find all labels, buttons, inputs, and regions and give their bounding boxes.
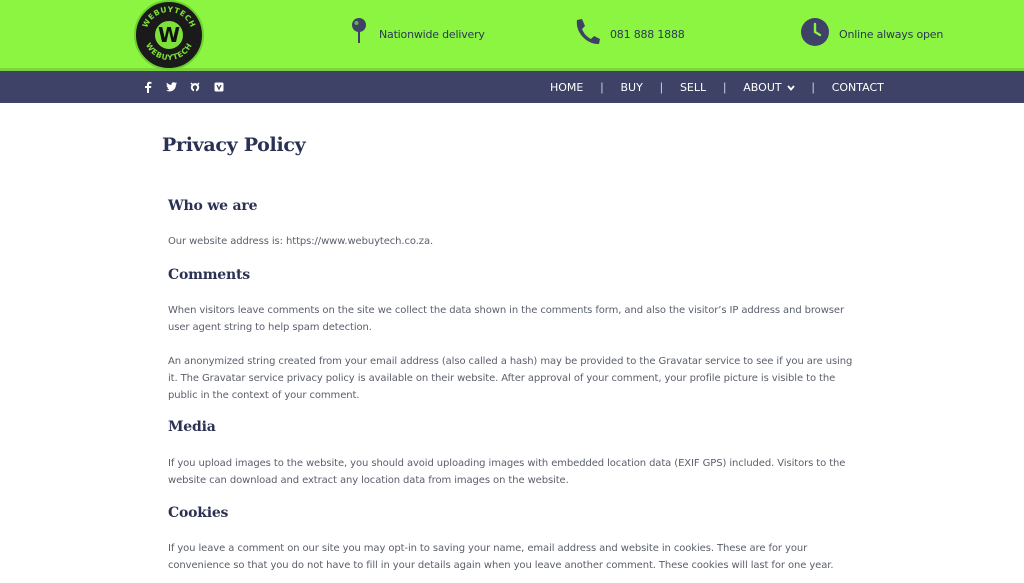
logo-emblem: W [153,19,185,51]
twitter-icon[interactable] [164,79,178,95]
primary-nav: HOME | BUY | SELL | ABOUT | CONTACT [541,71,893,103]
nav-home[interactable]: HOME [541,81,592,94]
page-title: Privacy Policy [162,134,306,156]
nav-sell[interactable]: SELL [671,81,715,94]
section-heading-who-we-are: Who we are [168,198,258,214]
site-header: WEBUYTECH WEBUYTECH W Nationwide deliver… [0,0,1024,71]
section-paragraph: Our website address is: https://www.webu… [168,236,434,247]
delivery-info: Nationwide delivery [349,16,485,53]
nav-buy[interactable]: BUY [612,81,652,94]
section-paragraph: An anonymized string created from your e… [168,356,853,401]
section-heading-comments: Comments [168,267,250,283]
clock-icon [801,17,829,51]
facebook-icon[interactable] [141,79,155,95]
section-heading-cookies: Cookies [168,505,229,521]
nav-contact[interactable]: CONTACT [823,81,893,94]
section-heading-media: Media [168,419,216,435]
phone-icon [572,17,600,52]
section-paragraph: If you leave a comment on our site you m… [168,543,834,571]
map-pin-icon [349,16,369,53]
hours-info: Online always open [801,17,944,51]
nav-about-label: ABOUT [743,80,782,94]
phone-label: 081 888 1888 [610,27,685,41]
nav-separator: | [659,80,663,94]
nav-separator: | [723,80,727,94]
site-logo[interactable]: WEBUYTECH WEBUYTECH W [134,0,204,70]
github-icon[interactable] [188,79,202,95]
section-paragraph: When visitors leave comments on the site… [168,305,844,333]
phone-info[interactable]: 081 888 1888 [572,18,685,50]
nav-separator: | [811,80,815,94]
nav-separator: | [600,80,604,94]
logo-letter: W [157,23,181,47]
section-paragraph: If you upload images to the website, you… [168,458,846,486]
delivery-label: Nationwide delivery [379,27,485,41]
hours-label: Online always open [839,27,944,41]
bandcamp-icon[interactable] [212,79,226,95]
nav-about[interactable]: ABOUT [734,81,803,94]
chevron-down-icon [786,81,795,94]
main-navbar: HOME | BUY | SELL | ABOUT | CONTACT [0,71,1024,103]
